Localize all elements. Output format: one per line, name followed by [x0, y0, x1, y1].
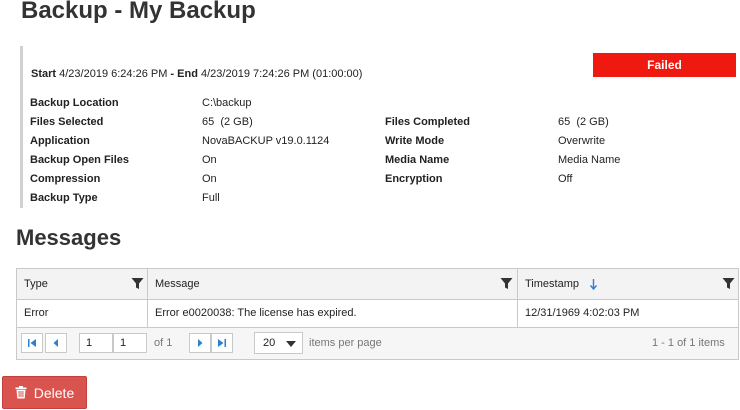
page-number-field[interactable]: 1: [79, 333, 113, 353]
column-header-message-label: Message: [155, 278, 200, 290]
column-header-timestamp-label: Timestamp: [525, 278, 579, 290]
page-input[interactable]: 1: [113, 333, 147, 353]
first-page-icon: [28, 339, 36, 347]
last-page-icon: [218, 339, 226, 347]
page-size-select[interactable]: 20: [254, 332, 303, 354]
compression-value: On: [202, 173, 217, 185]
backup-open-files-value: On: [202, 154, 217, 166]
filter-icon[interactable]: [131, 277, 144, 290]
files-completed-label: Files Completed: [385, 116, 470, 128]
media-name-value: Media Name: [558, 154, 621, 166]
backup-location-label: Backup Location: [30, 97, 119, 109]
sort-down-arrow-icon: [589, 279, 598, 290]
chevron-down-icon: [286, 341, 296, 347]
column-header-timestamp[interactable]: Timestamp: [518, 269, 738, 299]
start-value: 4/23/2019 6:24:26 PM: [59, 68, 168, 80]
end-value: 4/23/2019 7:24:26 PM (01:00:00): [201, 68, 363, 80]
previous-page-icon: [53, 339, 58, 347]
page-count-label: of 1: [154, 337, 173, 349]
filter-icon[interactable]: [500, 277, 513, 290]
page-size-value: 20: [263, 337, 276, 349]
end-label: End: [177, 68, 198, 80]
delete-button[interactable]: Delete: [2, 376, 87, 409]
last-page-button[interactable]: [211, 333, 233, 353]
filter-icon[interactable]: [722, 277, 735, 290]
application-label: Application: [30, 135, 90, 147]
backup-time-range: Start 4/23/2019 6:24:26 PM - End 4/23/20…: [31, 68, 362, 80]
first-page-button[interactable]: [21, 333, 43, 353]
cell-type: Error: [17, 299, 148, 327]
next-page-button[interactable]: [189, 333, 211, 353]
messages-heading: Messages: [16, 225, 122, 250]
grid-header: Type Message Timestamp: [17, 269, 738, 300]
items-per-page-label: items per page: [309, 337, 382, 349]
write-mode-label: Write Mode: [385, 135, 445, 147]
cell-timestamp: 12/31/1969 4:02:03 PM: [525, 307, 640, 319]
cell-message: Error e0020038: The license has expired.: [148, 299, 518, 327]
backup-type-value: Full: [202, 192, 220, 204]
files-completed-value: 65 (2 GB): [558, 116, 609, 128]
column-header-type-label: Type: [24, 278, 48, 290]
start-label: Start: [31, 68, 57, 80]
backup-type-label: Backup Type: [30, 192, 98, 204]
backup-location-value: C:\backup: [202, 97, 252, 109]
backup-summary-panel: Start 4/23/2019 6:24:26 PM - End 4/23/20…: [20, 46, 740, 208]
column-header-message[interactable]: Message: [148, 269, 518, 299]
messages-grid: Type Message Timestamp Error Error e0020…: [16, 268, 739, 360]
pager-range-info: 1 - 1 of 1 items: [652, 337, 725, 349]
write-mode-value: Overwrite: [558, 135, 606, 147]
trash-icon: [15, 386, 27, 399]
encryption-value: Off: [558, 173, 573, 185]
status-badge: Failed: [593, 53, 736, 77]
backup-open-files-label: Backup Open Files: [30, 154, 130, 166]
previous-page-button[interactable]: [45, 333, 67, 353]
media-name-label: Media Name: [385, 154, 450, 166]
grid-pager: 1 1 of 1 20 items per page 1 - 1 of 1 it…: [17, 328, 738, 359]
next-page-icon: [198, 339, 203, 347]
compression-label: Compression: [30, 173, 101, 185]
files-selected-label: Files Selected: [30, 116, 104, 128]
page-title: Backup - My Backup: [21, 0, 256, 24]
range-separator: -: [167, 68, 178, 80]
encryption-label: Encryption: [385, 173, 443, 185]
application-value: NovaBACKUP v19.0.1124: [202, 135, 330, 147]
files-selected-value: 65 (2 GB): [202, 116, 253, 128]
delete-button-label: Delete: [33, 384, 75, 401]
table-row[interactable]: Error Error e0020038: The license has ex…: [17, 299, 738, 328]
column-header-type[interactable]: Type: [17, 269, 148, 299]
